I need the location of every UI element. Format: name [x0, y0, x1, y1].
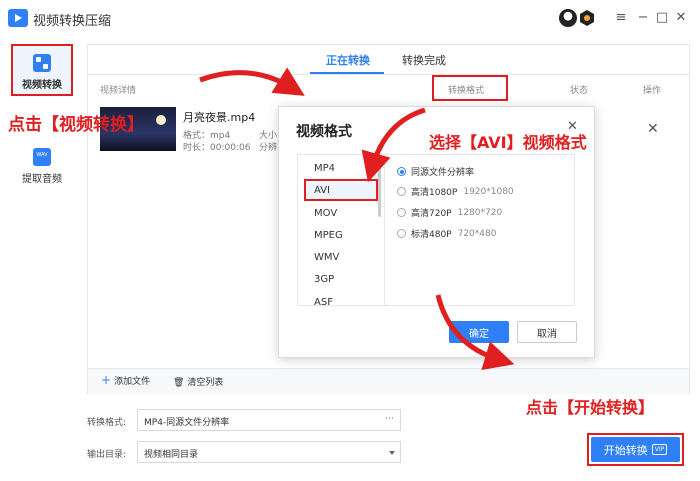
- tab-converting[interactable]: 正在转换: [326, 52, 370, 68]
- radio[interactable]: [397, 187, 406, 196]
- tab-bar: 正在转换 转换完成: [88, 45, 689, 75]
- start-convert-label: 开始转换: [603, 443, 648, 457]
- format-select[interactable]: MP4-同源文件分辨率 ···: [137, 409, 401, 431]
- format-item-mp4[interactable]: MP4: [314, 163, 335, 174]
- resolution-option-480p[interactable]: 标清480P 720*480: [397, 227, 496, 240]
- app-logo-icon: [8, 9, 28, 27]
- annotation-click-video-convert: 点击【视频转换】: [8, 115, 144, 135]
- radio-selected[interactable]: [397, 167, 406, 176]
- start-button-highlight: 开始转换 VIP: [587, 433, 684, 466]
- file-actions-bar: + 添加文件 🗑 清空列表: [88, 368, 689, 394]
- file-resolution: 分辨: [259, 143, 278, 153]
- app-title: 视频转换压缩: [33, 14, 112, 29]
- resolution-dims: 1920*1080: [463, 186, 514, 197]
- resolution-name: 同源文件分辨率: [411, 168, 475, 178]
- tab-completed[interactable]: 转换完成: [402, 52, 446, 68]
- active-tab-indicator: [310, 72, 384, 74]
- resolution-dims: 1280*720: [457, 207, 503, 218]
- file-name: 月亮夜景.mp4: [183, 111, 256, 124]
- ok-button[interactable]: 确定: [449, 321, 509, 343]
- sidebar-item-label: 提取音频: [22, 174, 62, 185]
- column-action: 操作: [643, 86, 662, 96]
- remove-file-icon[interactable]: ✕: [647, 121, 659, 137]
- output-setting-label: 输出目录:: [87, 450, 127, 460]
- clear-list-button[interactable]: 🗑 清空列表: [173, 375, 223, 388]
- close-button[interactable]: ✕: [672, 9, 690, 27]
- menu-icon[interactable]: ≡: [612, 9, 630, 27]
- output-directory-select[interactable]: 视频相同目录: [137, 441, 401, 463]
- plus-icon: +: [101, 373, 112, 387]
- cancel-button[interactable]: 取消: [517, 321, 577, 343]
- output-value: 视频相同目录: [144, 450, 199, 460]
- sidebar: 视频转换 提取音频: [0, 36, 84, 481]
- resolution-option-1080p[interactable]: 高清1080P 1920*1080: [397, 185, 514, 198]
- video-convert-icon: [33, 54, 51, 72]
- sidebar-item-extract-audio[interactable]: 提取音频: [11, 148, 73, 185]
- title-bar: 视频转换压缩 ≡ − □ ✕: [0, 0, 700, 36]
- resolution-name: 标清480P: [411, 230, 452, 240]
- column-details: 视频详情: [100, 86, 137, 96]
- annotation-select-avi: 选择【AVI】视频格式: [429, 133, 587, 152]
- trash-icon: 🗑: [173, 378, 185, 388]
- format-setting-label: 转换格式:: [87, 418, 127, 428]
- column-status: 状态: [570, 86, 589, 96]
- annotation-click-start: 点击【开始转换】: [526, 398, 655, 417]
- resolution-name: 高清1080P: [411, 188, 458, 198]
- format-item-avi[interactable]: AVI: [314, 185, 330, 196]
- format-list: MP4 AVI MOV MPEG WMV 3GP ASF: [297, 154, 385, 306]
- sidebar-item-video-convert[interactable]: 视频转换: [11, 44, 73, 96]
- format-item-mov[interactable]: MOV: [314, 208, 337, 219]
- start-convert-button[interactable]: 开始转换 VIP: [591, 437, 680, 462]
- format-item-mpeg[interactable]: MPEG: [314, 230, 343, 241]
- resolution-dims: 720*480: [457, 228, 497, 239]
- radio[interactable]: [397, 229, 406, 238]
- more-icon[interactable]: ···: [385, 414, 394, 424]
- dialog-title: 视频格式: [296, 124, 352, 140]
- resolution-option-720p[interactable]: 高清720P 1280*720: [397, 206, 502, 219]
- add-file-label: 添加文件: [114, 377, 151, 387]
- chevron-down-icon: [389, 451, 395, 455]
- resolution-option-source[interactable]: 同源文件分辨率: [397, 165, 474, 178]
- add-file-button[interactable]: + 添加文件: [101, 373, 150, 387]
- radio[interactable]: [397, 208, 406, 217]
- minimize-button[interactable]: −: [634, 9, 652, 27]
- sidebar-item-label: 视频转换: [22, 80, 62, 91]
- format-column-highlight: [432, 75, 508, 101]
- vip-tag: VIP: [651, 444, 668, 455]
- format-list-scrollbar[interactable]: [378, 157, 381, 217]
- format-item-asf[interactable]: ASF: [314, 297, 333, 305]
- vip-badge-icon[interactable]: [580, 10, 594, 26]
- file-duration: 时长：00:00:06: [183, 143, 251, 153]
- format-item-wmv[interactable]: WMV: [314, 252, 339, 263]
- format-item-3gp[interactable]: 3GP: [314, 274, 334, 285]
- maximize-button[interactable]: □: [653, 9, 671, 27]
- extract-audio-icon: [33, 148, 51, 166]
- user-avatar[interactable]: [559, 9, 577, 27]
- resolution-name: 高清720P: [411, 209, 452, 219]
- format-value: MP4-同源文件分辨率: [144, 418, 230, 428]
- clear-list-label: 清空列表: [187, 378, 224, 388]
- resolution-panel: 同源文件分辨率 高清1080P 1920*1080 高清720P 1280*72…: [385, 154, 575, 306]
